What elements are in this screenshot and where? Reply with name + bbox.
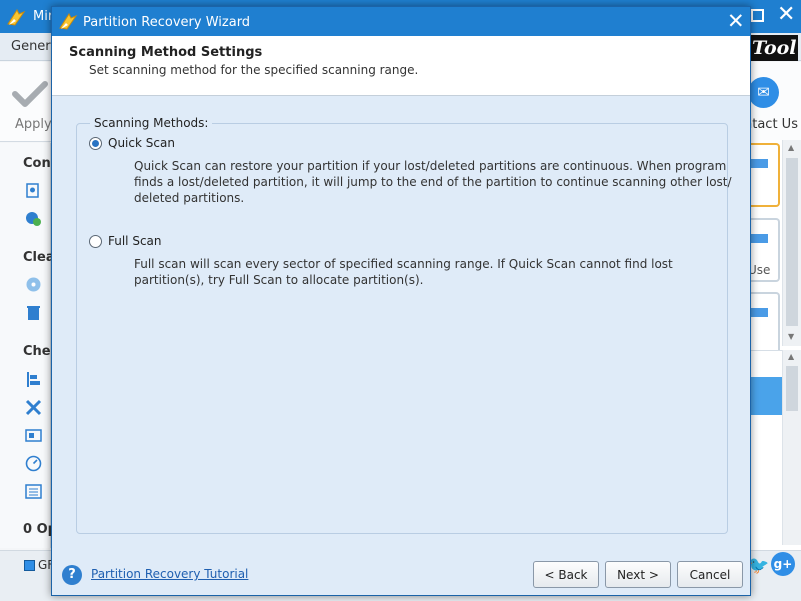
scroll-up-icon[interactable]: ▲ bbox=[788, 352, 794, 361]
app-logo-icon bbox=[7, 8, 26, 26]
scanning-methods-label: Scanning Methods: bbox=[90, 116, 213, 130]
disk-block-selected[interactable] bbox=[748, 143, 780, 207]
align-icon[interactable] bbox=[25, 371, 42, 388]
legend-swatch bbox=[24, 560, 35, 571]
contact-us-label[interactable]: ntact Us bbox=[744, 117, 798, 132]
tools-icon[interactable] bbox=[25, 399, 42, 416]
full-scan-option[interactable]: Full Scan bbox=[89, 234, 162, 248]
quick-scan-description: Quick Scan can restore your partition if… bbox=[134, 159, 732, 205]
next-button[interactable]: Next > bbox=[605, 561, 671, 588]
page-title: Scanning Method Settings bbox=[69, 45, 263, 60]
dialog-title: Partition Recovery Wizard bbox=[83, 15, 251, 30]
full-scan-description: Full scan will scan every sector of spec… bbox=[134, 257, 673, 287]
disk-usage-bar bbox=[748, 234, 768, 243]
background-close-icon[interactable]: ✕ bbox=[777, 2, 795, 27]
wipe-disk-icon[interactable] bbox=[25, 276, 42, 293]
full-scan-label[interactable]: Full Scan bbox=[108, 234, 162, 248]
twitter-icon[interactable]: 🐦 bbox=[748, 556, 769, 576]
scroll-down-icon[interactable]: ▼ bbox=[788, 332, 794, 341]
disk-usage-bar bbox=[748, 159, 768, 168]
disk-map-scrollbar[interactable]: ▲ ▼ bbox=[782, 140, 801, 346]
back-button[interactable]: < Back bbox=[533, 561, 599, 588]
disk-usage-bar bbox=[748, 308, 768, 317]
disk-used-label: Use bbox=[748, 263, 771, 277]
trash-icon[interactable] bbox=[25, 304, 42, 321]
quick-scan-radio[interactable] bbox=[89, 136, 102, 150]
apply-check-icon[interactable] bbox=[12, 80, 48, 110]
disk-convert-icon[interactable] bbox=[25, 182, 42, 199]
partition-row-selected[interactable] bbox=[751, 377, 782, 415]
sidebar-section-clean: Clea bbox=[23, 250, 55, 265]
disk-block[interactable] bbox=[748, 292, 780, 356]
partition-list-scrollbar[interactable]: ▲ bbox=[782, 350, 801, 545]
speed-test-icon[interactable] bbox=[25, 455, 42, 472]
dialog-title-bar: Partition Recovery Wizard ✕ bbox=[52, 7, 750, 36]
quick-scan-option[interactable]: Quick Scan bbox=[89, 136, 175, 150]
close-icon[interactable]: ✕ bbox=[727, 9, 745, 33]
full-scan-radio[interactable] bbox=[89, 234, 102, 248]
maximize-icon[interactable] bbox=[751, 9, 764, 22]
cancel-button[interactable]: Cancel bbox=[677, 561, 743, 588]
scroll-thumb[interactable] bbox=[786, 158, 798, 326]
google-plus-icon[interactable]: g+ bbox=[771, 552, 795, 576]
partition-recovery-wizard-dialog: Partition Recovery Wizard ✕ Scanning Met… bbox=[51, 6, 751, 596]
quick-scan-label[interactable]: Quick Scan bbox=[108, 136, 175, 150]
wizard-logo-icon bbox=[59, 12, 78, 30]
surface-test-icon[interactable] bbox=[25, 427, 42, 444]
partition-recovery-tutorial-link[interactable]: Partition Recovery Tutorial bbox=[91, 567, 248, 581]
help-icon[interactable]: ? bbox=[62, 565, 82, 585]
dialog-header: Scanning Method Settings Set scanning me… bbox=[52, 36, 750, 96]
mail-icon[interactable]: ✉ bbox=[748, 77, 779, 108]
scroll-thumb[interactable] bbox=[786, 366, 798, 411]
list-icon[interactable] bbox=[25, 483, 42, 500]
partition-convert-icon[interactable] bbox=[25, 210, 42, 227]
scroll-up-icon[interactable]: ▲ bbox=[788, 143, 794, 152]
disk-block[interactable]: Use bbox=[748, 218, 780, 282]
page-subtitle: Set scanning method for the specified sc… bbox=[89, 63, 419, 77]
apply-button-label[interactable]: Apply bbox=[15, 117, 52, 132]
brand-logo: Tool bbox=[748, 35, 798, 61]
